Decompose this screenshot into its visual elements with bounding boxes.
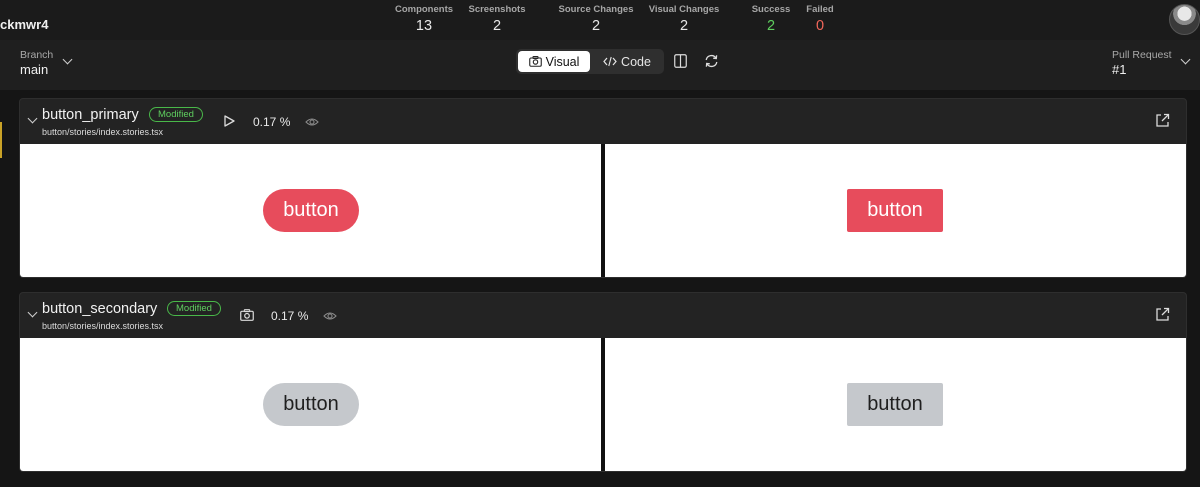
story-card-button-secondary: button_secondary Modified button/stories…: [19, 292, 1187, 472]
code-view-button[interactable]: Code: [592, 51, 662, 72]
code-icon: [603, 56, 617, 67]
stat-failed: Failed 0: [806, 4, 833, 34]
play-icon: [223, 115, 235, 127]
pull-request-chevron-down-icon[interactable]: [1180, 54, 1191, 65]
refresh-icon: [705, 54, 717, 68]
split-view-button[interactable]: [671, 52, 689, 70]
screenshot-actual: button: [605, 338, 1186, 471]
screenshot-expected: button: [20, 144, 601, 277]
code-view-label: Code: [621, 54, 651, 69]
story-name: button_primary: [42, 107, 139, 123]
stat-screenshots: Screenshots 2: [468, 4, 525, 34]
top-stats-bar: ckmwr4 Components 13 Screenshots 2 Sourc…: [0, 0, 1200, 40]
screenshot-comparison: button button: [20, 338, 1186, 471]
diff-percentage: 0.17 %: [271, 309, 309, 323]
story-header: button_secondary Modified button/stories…: [20, 293, 1186, 338]
screenshot-comparison: button button: [20, 144, 1186, 277]
story-path: button/stories/index.stories.tsx: [42, 321, 164, 331]
stat-visual-changes: Visual Changes 2: [649, 4, 720, 34]
camera-icon: [240, 309, 254, 321]
branch-chevron-down-icon[interactable]: [62, 54, 73, 65]
stat-value-failed: 0: [815, 18, 825, 34]
screenshot-actual: button: [605, 144, 1186, 277]
sample-button-square: button: [847, 189, 943, 232]
stat-components: Components 13: [395, 4, 453, 34]
stat-success: Success 2: [752, 4, 791, 34]
stat-label: Screenshots: [468, 4, 526, 15]
branch-value: main: [20, 62, 49, 77]
stat-label: Visual Changes: [648, 4, 720, 15]
visual-view-button[interactable]: Visual: [518, 51, 590, 72]
sample-button-pill: button: [263, 383, 359, 426]
diff-percentage: 0.17 %: [253, 115, 291, 129]
eye-icon[interactable]: [323, 310, 337, 322]
camera-button[interactable]: [240, 308, 254, 322]
stat-value: 2: [679, 18, 689, 34]
stat-label: Source Changes: [558, 4, 634, 15]
stat-source-changes: Source Changes 2: [559, 4, 634, 34]
view-mode-toggle: Visual Code: [516, 49, 664, 74]
stat-label: Success: [751, 4, 791, 15]
status-badge: Modified: [167, 301, 221, 316]
story-header: button_primary Modified button/stories/i…: [20, 99, 1186, 144]
pull-request-label: Pull Request: [1112, 49, 1172, 61]
stat-value: 2: [591, 18, 601, 34]
branch-selector[interactable]: Branch main: [20, 49, 53, 77]
control-bar: Branch main Visual Code Pull Request #1: [0, 40, 1200, 90]
stat-value: 13: [415, 18, 433, 34]
sample-button-square: button: [847, 383, 943, 426]
branch-label: Branch: [20, 49, 54, 61]
refresh-button[interactable]: [702, 52, 720, 70]
project-name: ckmwr4: [0, 17, 49, 32]
split-view-icon: [673, 54, 687, 68]
user-avatar[interactable]: [1169, 4, 1200, 35]
camera-icon: [528, 56, 542, 67]
stat-value-success: 2: [766, 18, 776, 34]
external-link-icon[interactable]: [1155, 113, 1170, 128]
collapse-chevron-icon[interactable]: [27, 113, 38, 124]
collapse-chevron-icon[interactable]: [27, 307, 38, 318]
active-indicator: [0, 122, 2, 158]
play-button[interactable]: [222, 114, 236, 128]
story-name: button_secondary: [42, 301, 158, 317]
eye-icon[interactable]: [305, 116, 319, 128]
sample-button-pill: button: [263, 189, 359, 232]
pull-request-selector[interactable]: Pull Request #1: [1112, 49, 1172, 77]
external-link-icon[interactable]: [1155, 307, 1170, 322]
stat-label: Components: [394, 4, 454, 15]
stat-value: 2: [492, 18, 502, 34]
story-path: button/stories/index.stories.tsx: [42, 127, 164, 137]
story-card-button-primary: button_primary Modified button/stories/i…: [19, 98, 1187, 278]
visual-view-label: Visual: [545, 54, 580, 69]
pull-request-value: #1: [1112, 62, 1127, 77]
stat-label: Failed: [806, 4, 834, 15]
status-badge: Modified: [149, 107, 203, 122]
screenshot-expected: button: [20, 338, 601, 471]
